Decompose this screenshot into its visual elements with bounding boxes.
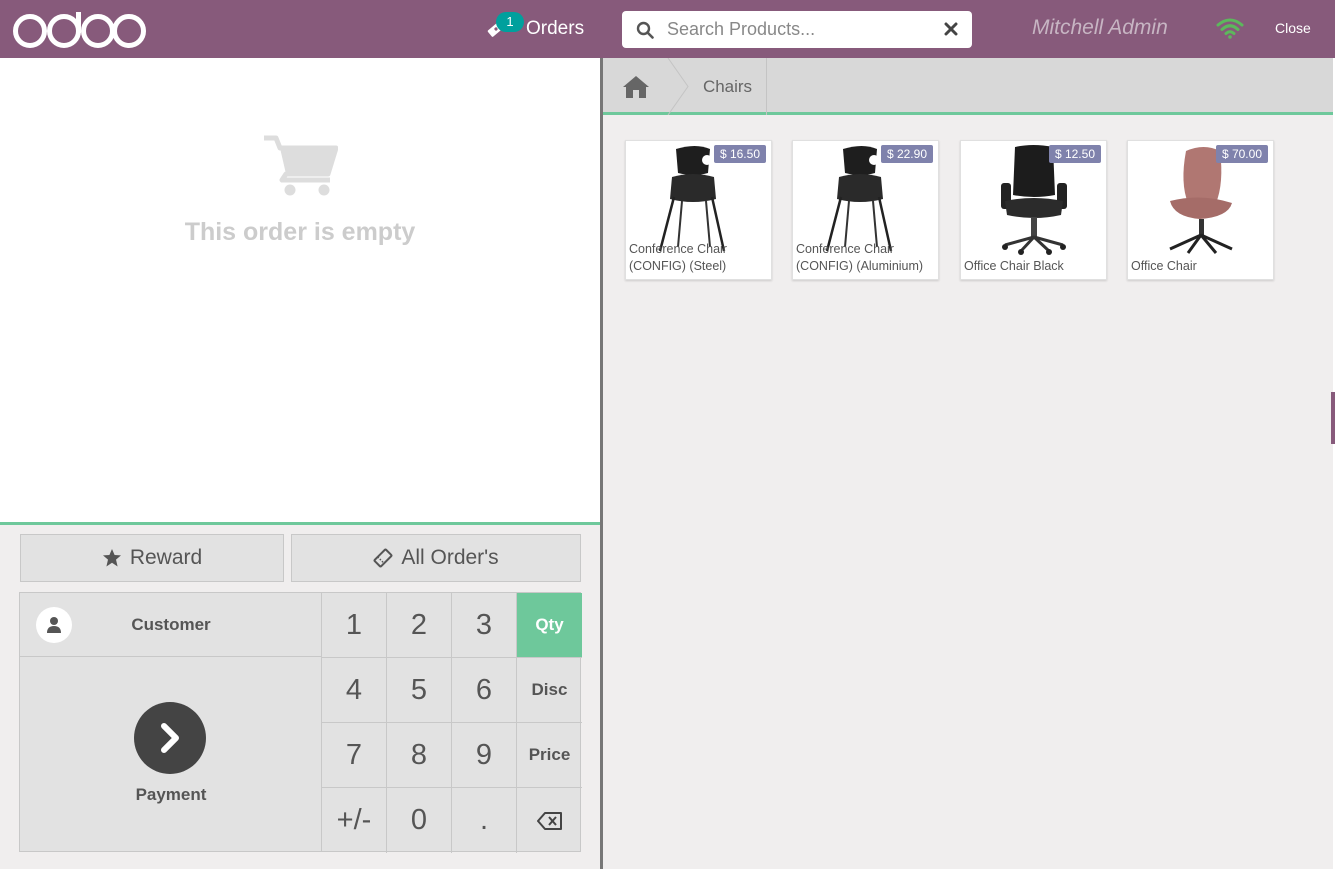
reward-button[interactable]: Reward	[20, 534, 284, 582]
numpad-key-9[interactable]: 9	[452, 723, 517, 788]
home-icon	[623, 75, 649, 98]
numpad-key-plus-minus[interactable]: +/-	[322, 788, 387, 853]
numpad-area: Customer Payment 1 2 3 4 5 6 7 8 9 +/- 0	[19, 592, 582, 853]
product-price: $ 70.00	[1215, 145, 1268, 163]
ticket-icon	[373, 548, 393, 568]
product-card[interactable]: $ 16.50 Conference Chair (CONFIG) (Steel…	[625, 140, 772, 280]
numpad-key-1[interactable]: 1	[322, 593, 387, 658]
numpad-key-4[interactable]: 4	[322, 658, 387, 723]
product-name: Office Chair Black	[964, 259, 1064, 273]
numpad-key-5[interactable]: 5	[387, 658, 452, 723]
customer-button[interactable]: Customer	[20, 593, 322, 657]
numpad-key-decimal[interactable]: .	[452, 788, 517, 853]
numpad-key-7[interactable]: 7	[322, 723, 387, 788]
pos-header: Orders 1 Mitchell Admin Close	[0, 0, 1335, 58]
numpad-key-0[interactable]: 0	[387, 788, 452, 853]
search-icon	[636, 21, 654, 39]
order-empty-state: This order is empty	[0, 58, 600, 522]
backspace-button[interactable]	[517, 788, 582, 853]
wifi-icon	[1216, 18, 1244, 39]
star-icon	[102, 549, 121, 567]
breadcrumb-category[interactable]: Chairs	[689, 58, 767, 115]
payment-label: Payment	[135, 785, 207, 804]
product-name: Conference Chair (CONFIG) (Steel)	[629, 242, 727, 273]
all-orders-button[interactable]: All Order's	[291, 534, 581, 582]
window-edge-mark	[1331, 392, 1335, 444]
all-orders-label: All Order's	[401, 546, 499, 569]
mode-disc-button[interactable]: Disc	[517, 658, 582, 723]
product-card[interactable]: $ 22.90 Conference Chair (CONFIG) (Alumi…	[792, 140, 939, 280]
mode-price-button[interactable]: Price	[517, 723, 582, 788]
orders-label: Orders	[526, 18, 585, 39]
product-price: $ 12.50	[1048, 145, 1101, 163]
breadcrumb: Chairs	[603, 58, 1333, 115]
numpad-key-2[interactable]: 2	[387, 593, 452, 658]
control-pane: Reward All Order's Customer Payment 1 2 …	[0, 525, 600, 869]
product-price: $ 16.50	[713, 145, 766, 163]
products-pane: Chairs $ 16.50 Conference Chair (CONFIG)…	[603, 58, 1333, 869]
numpad-key-6[interactable]: 6	[452, 658, 517, 723]
chevron-right-icon	[134, 702, 206, 774]
breadcrumb-home[interactable]	[603, 58, 669, 115]
product-card[interactable]: $ 70.00 Office Chair	[1127, 140, 1274, 280]
order-pane: This order is empty Reward All Order's C…	[0, 58, 600, 869]
customer-label: Customer	[131, 614, 211, 634]
breadcrumb-separator	[667, 58, 689, 115]
orders-count-badge: 1	[496, 12, 524, 32]
numpad-key-8[interactable]: 8	[387, 723, 452, 788]
close-button[interactable]: Close	[1275, 20, 1311, 36]
product-name: Office Chair	[1131, 259, 1197, 273]
shopping-cart-icon	[264, 135, 338, 196]
mode-qty-button[interactable]: Qty	[517, 593, 582, 658]
product-price: $ 22.90	[880, 145, 933, 163]
order-empty-message: This order is empty	[184, 218, 416, 246]
user-name: Mitchell Admin	[1032, 16, 1168, 39]
odoo-logo	[13, 12, 146, 48]
reward-label: Reward	[129, 546, 203, 569]
numpad-key-3[interactable]: 3	[452, 593, 517, 658]
clear-search-icon[interactable]	[944, 22, 958, 36]
product-search[interactable]	[622, 11, 972, 48]
product-name: Conference Chair (CONFIG) (Aluminium)	[796, 242, 924, 273]
payment-button[interactable]: Payment	[20, 657, 322, 852]
backspace-icon	[536, 811, 562, 830]
search-input[interactable]	[667, 19, 927, 40]
product-card[interactable]: $ 12.50 Office Chair Black	[960, 140, 1107, 280]
